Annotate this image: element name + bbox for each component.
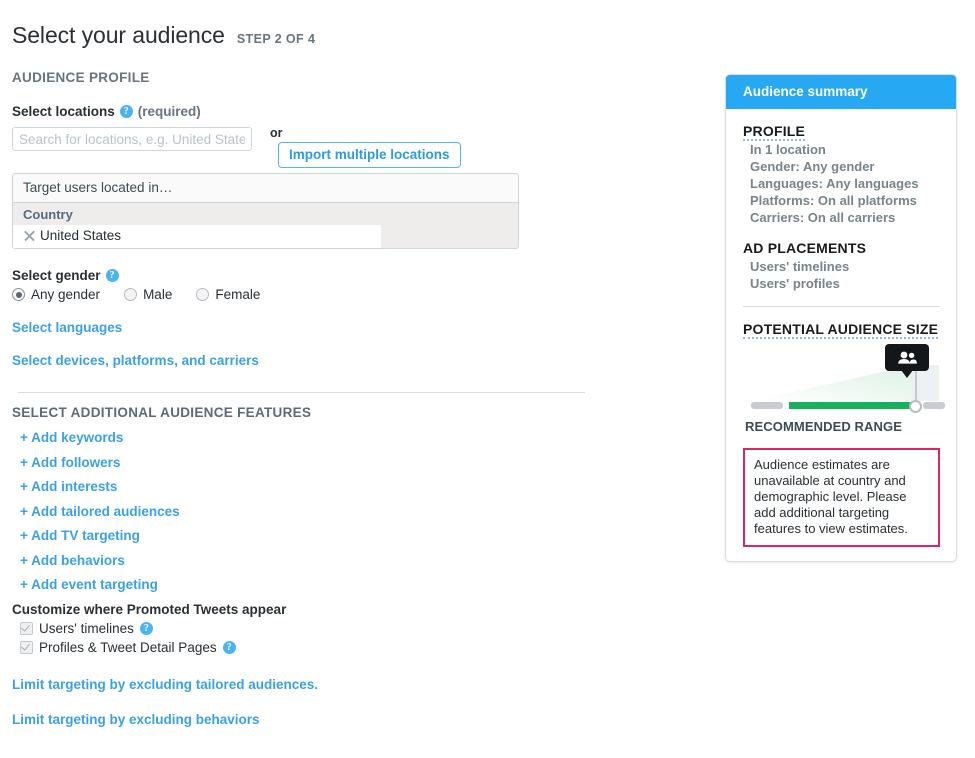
promoted-tweets-heading: Customize where Promoted Tweets appear	[12, 602, 287, 617]
summary-placement-line: Users' profiles	[750, 276, 840, 291]
placement-users-timelines[interactable]: Users' timelines ?	[20, 621, 702, 636]
locations-column-header: Country	[13, 203, 518, 225]
gender-option-female[interactable]: Female	[196, 287, 260, 302]
gender-option-label: Male	[143, 287, 173, 302]
location-name: United States	[40, 228, 122, 243]
add-behaviors-link[interactable]: + Add behaviors	[20, 553, 702, 568]
people-icon	[898, 351, 917, 364]
recommended-range-label: RECOMMENDED RANGE	[745, 419, 902, 434]
audience-profile-heading: AUDIENCE PROFILE	[12, 70, 150, 85]
help-icon[interactable]: ?	[139, 622, 153, 635]
audience-size-slider[interactable]	[743, 344, 945, 419]
location-search-input[interactable]	[12, 127, 252, 151]
slider-handle[interactable]	[909, 400, 922, 413]
summary-placement-line: Users' timelines	[750, 259, 850, 274]
select-languages-link[interactable]: Select languages	[12, 320, 702, 335]
summary-profile-line: Platforms: On all platforms	[750, 193, 917, 208]
help-icon[interactable]: ?	[105, 269, 119, 282]
select-locations-label: Select locations ? (required)	[12, 104, 702, 119]
select-gender-label: Select gender ?	[12, 268, 702, 283]
select-locations-text: Select locations	[12, 104, 115, 119]
locations-table-caption: Target users located in…	[13, 174, 518, 203]
close-x-icon[interactable]	[23, 229, 36, 242]
additional-features-heading: SELECT ADDITIONAL AUDIENCE FEATURES	[12, 405, 312, 420]
gender-radio-group: Any gender Male Female	[12, 287, 702, 302]
locations-required-note: (required)	[137, 104, 201, 119]
add-feature-list: + Add keywords + Add followers + Add int…	[12, 430, 702, 592]
audience-summary-panel: Audience summary PROFILE In 1 location G…	[725, 74, 957, 562]
table-row: United States	[13, 225, 381, 248]
add-event-targeting-link[interactable]: + Add event targeting	[20, 577, 702, 592]
page-header: Select your audience STEP 2 OF 4	[12, 22, 702, 49]
audience-summary-body: PROFILE In 1 location Gender: Any gender…	[726, 109, 956, 561]
or-import-group: or Import multiple locations	[270, 127, 461, 168]
page-title: Select your audience	[12, 22, 225, 48]
exclude-behaviors-link[interactable]: Limit targeting by excluding behaviors	[12, 712, 702, 727]
add-followers-link[interactable]: + Add followers	[20, 455, 702, 470]
exclude-tailored-audiences-link[interactable]: Limit targeting by excluding tailored au…	[12, 677, 702, 692]
summary-size-heading: POTENTIAL AUDIENCE SIZE	[743, 321, 939, 339]
audience-size-tooltip	[885, 344, 929, 378]
summary-profile-heading: PROFILE	[743, 123, 806, 141]
summary-divider	[743, 306, 940, 307]
add-tailored-audiences-link[interactable]: + Add tailored audiences	[20, 504, 702, 519]
select-devices-link[interactable]: Select devices, platforms, and carriers	[12, 353, 702, 368]
summary-profile-line: Gender: Any gender	[750, 159, 875, 174]
placement-label: Profiles & Tweet Detail Pages	[39, 640, 217, 655]
radio-indicator[interactable]	[12, 288, 25, 301]
or-label: or	[270, 126, 283, 140]
placement-profiles-detail-pages[interactable]: Profiles & Tweet Detail Pages ?	[20, 640, 702, 655]
gender-option-label: Female	[215, 287, 261, 302]
selected-locations-table: Target users located in… Country United …	[12, 173, 519, 249]
add-keywords-link[interactable]: + Add keywords	[20, 430, 702, 445]
select-gender-text: Select gender	[12, 268, 101, 283]
summary-profile-line: In 1 location	[750, 142, 826, 157]
gender-option-male[interactable]: Male	[124, 287, 172, 302]
import-multiple-locations-button[interactable]: Import multiple locations	[278, 142, 461, 168]
gender-option-label: Any gender	[31, 287, 101, 302]
placement-label: Users' timelines	[39, 621, 134, 636]
select-languages-row: Select languages	[12, 320, 702, 335]
audience-form: Select your audience STEP 2 OF 4 AUDIENC…	[12, 0, 702, 747]
step-indicator: STEP 2 OF 4	[236, 32, 316, 46]
add-interests-link[interactable]: + Add interests	[20, 479, 702, 494]
audience-estimate-warning: Audience estimates are unavailable at co…	[743, 448, 940, 547]
summary-profile-line: Languages: Any languages	[750, 176, 919, 191]
checkbox-indicator[interactable]	[20, 622, 33, 635]
add-tv-targeting-link[interactable]: + Add TV targeting	[20, 528, 702, 543]
help-icon[interactable]: ?	[222, 641, 236, 654]
summary-placements-heading: AD PLACEMENTS	[743, 240, 867, 256]
track-segment-low	[751, 402, 783, 409]
section-divider	[18, 392, 585, 393]
track-segment-high	[923, 402, 945, 409]
checkbox-indicator[interactable]	[20, 641, 33, 654]
audience-summary-title: Audience summary	[726, 75, 956, 109]
select-devices-row: Select devices, platforms, and carriers	[12, 353, 702, 368]
location-search-row: or Import multiple locations	[12, 127, 702, 168]
track-segment-recommended	[789, 402, 919, 409]
radio-indicator[interactable]	[196, 288, 210, 301]
help-icon[interactable]: ?	[119, 105, 133, 118]
gender-option-any[interactable]: Any gender	[12, 287, 100, 302]
summary-profile-line: Carriers: On all carriers	[750, 210, 896, 225]
radio-indicator[interactable]	[124, 288, 138, 301]
limit-targeting-links: Limit targeting by excluding tailored au…	[12, 677, 702, 727]
